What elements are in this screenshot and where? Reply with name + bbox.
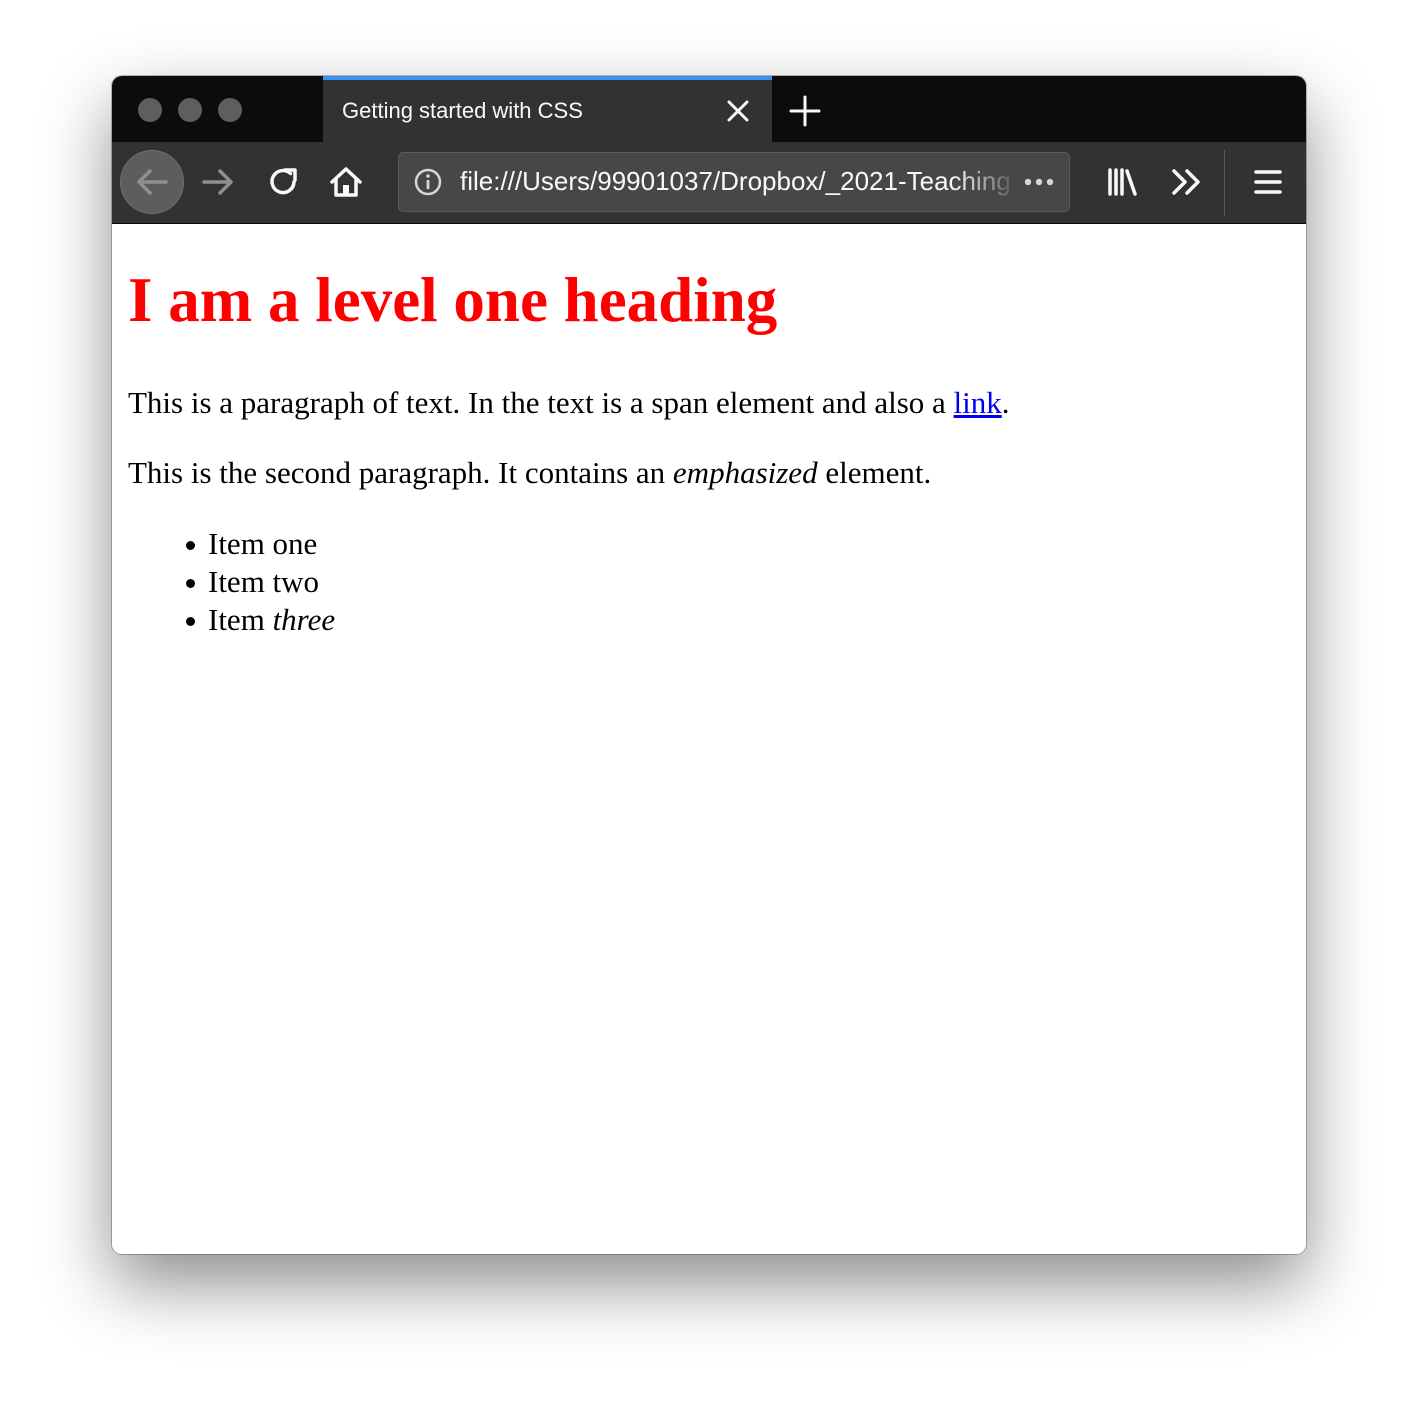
overflow-button[interactable] bbox=[1157, 152, 1217, 212]
page-heading: I am a level one heading bbox=[128, 265, 778, 335]
tab-bar: Getting started with CSS bbox=[112, 76, 1306, 142]
reload-icon bbox=[265, 164, 301, 200]
library-icon bbox=[1105, 164, 1141, 200]
list-item: Item three bbox=[185, 601, 336, 639]
page-content: I am a level one heading This is a parag… bbox=[112, 224, 1306, 1254]
browser-window: Getting started with CSS file:///Users/9… bbox=[112, 76, 1306, 1254]
paragraph-2-end: element. bbox=[817, 455, 932, 490]
bullet-list: Item one Item two Item three bbox=[185, 525, 336, 639]
close-icon[interactable] bbox=[724, 97, 752, 125]
list-item-text: Item one bbox=[208, 526, 318, 561]
arrow-left-icon bbox=[134, 164, 170, 200]
paragraph-1-end: . bbox=[1001, 385, 1010, 420]
info-icon[interactable] bbox=[413, 167, 443, 197]
home-icon bbox=[328, 164, 364, 200]
toolbar-separator bbox=[1224, 150, 1225, 216]
list-item-text: Item two bbox=[208, 564, 320, 599]
emphasized-text: emphasized bbox=[672, 455, 818, 490]
forward-button[interactable] bbox=[188, 152, 248, 212]
list-item-text: Item bbox=[208, 602, 273, 637]
link[interactable]: link bbox=[954, 385, 1002, 420]
plus-icon[interactable] bbox=[788, 94, 822, 128]
zoom-window-button[interactable] bbox=[218, 98, 242, 122]
navigation-toolbar: file:///Users/99901037/Dropbox/_2021-Tea… bbox=[112, 142, 1306, 224]
menu-button[interactable] bbox=[1238, 152, 1298, 212]
url-text[interactable]: file:///Users/99901037/Dropbox/_2021-Tea… bbox=[460, 166, 1020, 197]
library-button[interactable] bbox=[1093, 152, 1153, 212]
list-item: Item two bbox=[185, 563, 335, 601]
hamburger-menu-icon bbox=[1250, 164, 1286, 200]
paragraph-1: This is a paragraph of text. In the text… bbox=[128, 384, 1010, 422]
home-button[interactable] bbox=[316, 152, 376, 212]
back-button[interactable] bbox=[120, 150, 184, 214]
chevron-double-right-icon bbox=[1169, 164, 1205, 200]
tab-active[interactable]: Getting started with CSS bbox=[323, 76, 772, 142]
arrow-right-icon bbox=[200, 164, 236, 200]
list-item: Item one bbox=[185, 525, 335, 563]
address-bar[interactable]: file:///Users/99901037/Dropbox/_2021-Tea… bbox=[398, 152, 1070, 212]
list-item-emphasis: three bbox=[272, 602, 336, 637]
paragraph-2: This is the second paragraph. It contain… bbox=[128, 454, 931, 492]
tab-title: Getting started with CSS bbox=[342, 98, 583, 123]
paragraph-1-text: This is a paragraph of text. In the text… bbox=[128, 385, 954, 420]
close-window-button[interactable] bbox=[138, 98, 162, 122]
minimize-window-button[interactable] bbox=[178, 98, 202, 122]
reload-button[interactable] bbox=[253, 152, 313, 212]
ellipsis-icon[interactable] bbox=[1021, 167, 1057, 197]
paragraph-2-text: This is the second paragraph. It contain… bbox=[128, 455, 673, 490]
